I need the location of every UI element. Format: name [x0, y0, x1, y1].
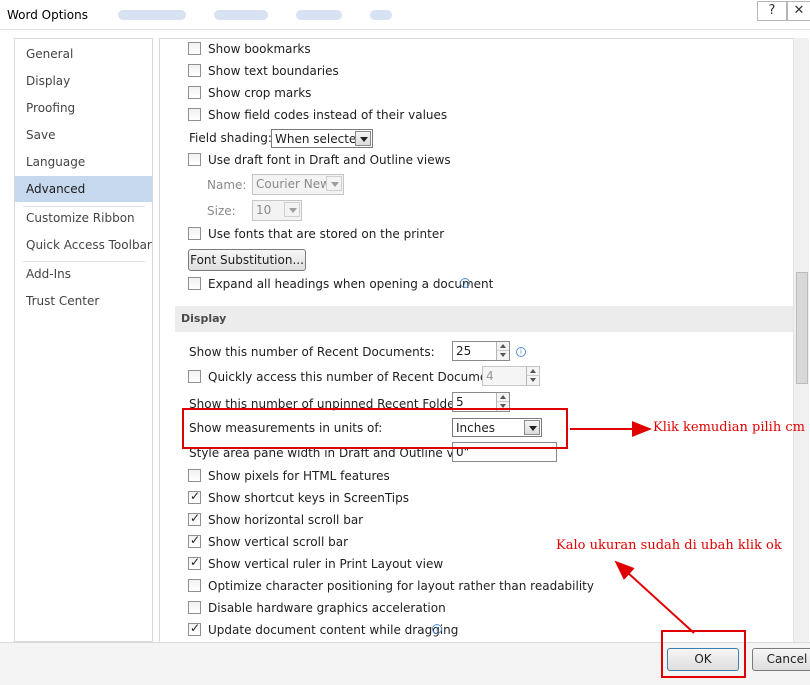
- nav-item-trust-center[interactable]: Trust Center: [15, 288, 152, 314]
- draft-font-name-value: Courier New: [256, 177, 330, 191]
- vertical-ruler-checkbox[interactable]: [188, 555, 201, 570]
- quick-access-label: Quickly access this number of Recent Doc…: [208, 370, 510, 384]
- recent-documents-spinner[interactable]: 25: [452, 341, 510, 361]
- draft-font-name-label: Name:: [207, 178, 247, 192]
- nav-item-save[interactable]: Save: [15, 122, 152, 148]
- nav-item-language[interactable]: Language: [15, 149, 152, 175]
- vertical-scroll-checkbox[interactable]: [188, 533, 201, 548]
- info-icon: i: [432, 624, 442, 634]
- expand-headings-label: Expand all headings when opening a docum…: [208, 277, 494, 291]
- nav-item-customize-ribbon[interactable]: Customize Ribbon: [15, 205, 152, 231]
- info-icon: i: [516, 347, 526, 357]
- disable-hw-accel-checkbox[interactable]: [188, 601, 201, 614]
- vertical-ruler-label: Show vertical ruler in Print Layout view: [208, 557, 444, 571]
- help-button[interactable]: ?: [757, 1, 787, 21]
- field-shading-value: When selected: [275, 132, 364, 146]
- ok-annotation: Kalo ukuran sudah di ubah klik ok: [556, 538, 782, 553]
- chevron-down-icon: [326, 176, 342, 191]
- update-dragging-checkbox[interactable]: [188, 621, 201, 636]
- display-section-header: Display: [175, 306, 794, 332]
- show-field-codes-label: Show field codes instead of their values: [208, 108, 448, 122]
- nav-item-add-ins[interactable]: Add-Ins: [15, 261, 152, 287]
- shortcut-keys-checkbox[interactable]: [188, 489, 201, 504]
- quick-access-spinner[interactable]: 4: [482, 366, 540, 386]
- nav-item-proofing[interactable]: Proofing: [15, 95, 152, 121]
- show-crop-marks-checkbox[interactable]: [188, 86, 201, 99]
- nav-item-quick-access-toolbar[interactable]: Quick Access Toolbar: [15, 232, 152, 258]
- spin-down-icon[interactable]: [526, 376, 539, 385]
- spin-down-icon[interactable]: [496, 351, 509, 360]
- chevron-down-icon: [284, 202, 300, 217]
- blurred-title-text: [118, 10, 186, 20]
- field-shading-select[interactable]: When selected: [271, 129, 373, 148]
- show-bookmarks-checkbox[interactable]: [188, 42, 201, 55]
- spin-up-icon[interactable]: [496, 393, 509, 402]
- nav-item-advanced[interactable]: Advanced: [15, 176, 152, 202]
- nav-item-display[interactable]: Display: [15, 68, 152, 94]
- highlight-ok-button: [661, 630, 746, 678]
- window-title: Word Options: [7, 8, 88, 22]
- spin-up-icon[interactable]: [496, 342, 509, 351]
- show-text-boundaries-label: Show text boundaries: [208, 64, 339, 78]
- printer-fonts-checkbox[interactable]: [188, 227, 201, 240]
- draft-font-name-select[interactable]: Courier New: [252, 174, 344, 195]
- show-bookmarks-label: Show bookmarks: [208, 42, 311, 56]
- expand-headings-checkbox[interactable]: [188, 277, 201, 290]
- shortcut-keys-label: Show shortcut keys in ScreenTips: [208, 491, 409, 505]
- close-button[interactable]: ✕: [787, 1, 810, 21]
- recent-documents-label: Show this number of Recent Documents:: [189, 345, 435, 359]
- update-dragging-label: Update document content while dragging: [208, 623, 459, 637]
- info-icon: i: [460, 278, 470, 288]
- cancel-button[interactable]: Cancel: [752, 648, 810, 671]
- optimize-positioning-label: Optimize character positioning for layou…: [208, 579, 594, 593]
- draft-font-label: Use draft font in Draft and Outline view…: [208, 153, 451, 167]
- nav-item-general[interactable]: General: [15, 41, 152, 67]
- horizontal-scroll-checkbox[interactable]: [188, 511, 201, 526]
- printer-fonts-label: Use fonts that are stored on the printer: [208, 227, 445, 241]
- options-nav: General Display Proofing Save Language A…: [14, 38, 153, 642]
- units-annotation: Klik kemudian pilih cm: [653, 420, 805, 435]
- blurred-title-text: [370, 10, 392, 20]
- quick-access-value: 4: [486, 369, 494, 383]
- vertical-scroll-label: Show vertical scroll bar: [208, 535, 348, 549]
- optimize-positioning-checkbox[interactable]: [188, 579, 201, 592]
- show-crop-marks-label: Show crop marks: [208, 86, 312, 100]
- blurred-title-text: [296, 10, 342, 20]
- draft-font-size-select[interactable]: 10: [252, 200, 302, 221]
- chevron-down-icon: [355, 131, 371, 146]
- show-pixels-label: Show pixels for HTML features: [208, 469, 390, 483]
- font-substitution-button[interactable]: Font Substitution...: [188, 249, 306, 271]
- title-bar: Word Options ? ✕: [0, 0, 810, 30]
- show-text-boundaries-checkbox[interactable]: [188, 64, 201, 77]
- draft-font-size-value: 10: [256, 203, 272, 217]
- highlight-measurement-units: [182, 408, 568, 449]
- disable-hw-accel-label: Disable hardware graphics acceleration: [208, 601, 446, 615]
- draft-font-checkbox[interactable]: [188, 153, 201, 166]
- recent-documents-value: 25: [456, 344, 472, 358]
- spin-up-icon[interactable]: [526, 367, 539, 376]
- quick-access-checkbox[interactable]: [188, 370, 201, 383]
- scrollbar-thumb[interactable]: [796, 272, 808, 384]
- draft-font-size-label: Size:: [207, 204, 236, 218]
- blurred-title-text: [214, 10, 268, 20]
- horizontal-scroll-label: Show horizontal scroll bar: [208, 513, 364, 527]
- show-pixels-checkbox[interactable]: [188, 469, 201, 482]
- show-field-codes-checkbox[interactable]: [188, 108, 201, 121]
- unpinned-folders-value: 5: [456, 395, 464, 409]
- field-shading-label: Field shading:: [189, 131, 272, 145]
